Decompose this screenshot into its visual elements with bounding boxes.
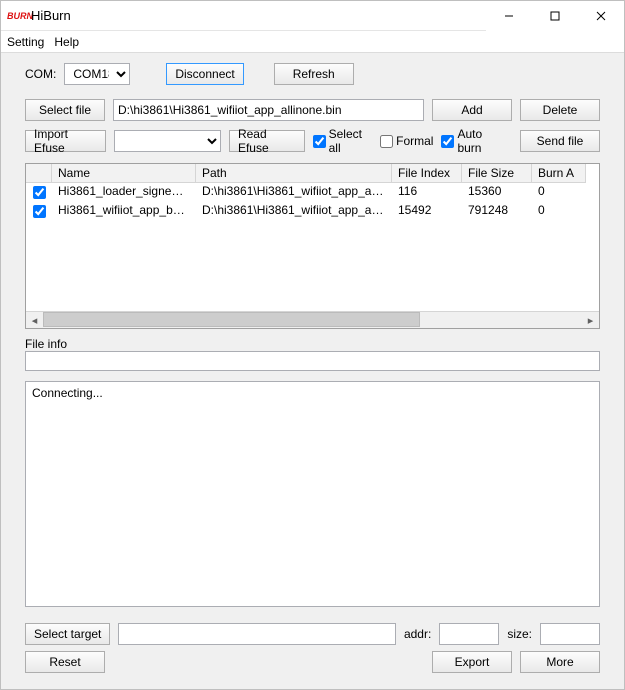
window-controls [486,1,624,31]
disconnect-button[interactable]: Disconnect [166,63,243,85]
reset-button[interactable]: Reset [25,651,105,673]
send-file-button[interactable]: Send file [520,130,600,152]
maximize-button[interactable] [532,1,578,31]
export-button[interactable]: Export [432,651,512,673]
col-file-index[interactable]: File Index [392,164,462,183]
auto-burn-label: Auto burn [457,127,504,155]
hiburn-window: BURN HiBurn Setting Help COM: COM18 Disc… [0,0,625,690]
menu-setting[interactable]: Setting [7,35,44,49]
target-input[interactable] [118,623,396,645]
cell-file-size: 15360 [462,183,532,202]
minimize-button[interactable] [486,1,532,31]
table-row[interactable]: Hi3861_wifiiot_app_burn...D:\hi3861\Hi38… [26,202,599,221]
log-text: Connecting... [32,386,103,400]
col-check[interactable] [26,164,52,183]
cell-file-index: 116 [392,183,462,202]
select-all-input[interactable] [313,135,326,148]
cell-file-size: 791248 [462,202,532,221]
col-name[interactable]: Name [52,164,196,183]
read-efuse-button[interactable]: Read Efuse [229,130,305,152]
file-info-box [25,351,600,371]
titlebar: BURN HiBurn [1,1,624,31]
formal-input[interactable] [380,135,393,148]
import-efuse-button[interactable]: Import Efuse [25,130,106,152]
add-button[interactable]: Add [432,99,512,121]
close-icon [596,11,606,21]
table-row[interactable]: Hi3861_loader_signed.binD:\hi3861\Hi3861… [26,183,599,202]
close-button[interactable] [578,1,624,31]
maximize-icon [550,11,560,21]
select-file-button[interactable]: Select file [25,99,105,121]
efuse-select[interactable] [114,130,221,152]
scroll-left-icon[interactable]: ◂ [26,312,43,329]
size-label: size: [507,627,532,641]
minimize-icon [504,11,514,21]
log-output[interactable]: Connecting... [25,381,600,607]
table-header: Name Path File Index File Size Burn A [26,164,599,183]
cell-name: Hi3861_loader_signed.bin [52,183,196,202]
scroll-right-icon[interactable]: ▸ [582,312,599,329]
col-path[interactable]: Path [196,164,392,183]
size-input[interactable] [540,623,600,645]
refresh-button[interactable]: Refresh [274,63,354,85]
col-burn-addr[interactable]: Burn A [532,164,586,183]
cell-name: Hi3861_wifiiot_app_burn... [52,202,196,221]
scroll-thumb[interactable] [43,312,420,327]
formal-label: Formal [396,134,433,148]
menubar: Setting Help [1,31,624,53]
com-port-select[interactable]: COM18 [64,63,130,85]
addr-input[interactable] [439,623,499,645]
cell-file-index: 15492 [392,202,462,221]
row-checkbox[interactable] [33,205,46,218]
delete-button[interactable]: Delete [520,99,600,121]
com-label: COM: [25,67,56,81]
formal-checkbox[interactable]: Formal [380,134,433,148]
horizontal-scrollbar[interactable]: ◂ ▸ [26,311,599,328]
auto-burn-input[interactable] [441,135,454,148]
auto-burn-checkbox[interactable]: Auto burn [441,127,504,155]
select-all-checkbox[interactable]: Select all [313,127,372,155]
select-target-button[interactable]: Select target [25,623,110,645]
cell-path: D:\hi3861\Hi3861_wifiiot_app_allinon... [196,183,392,202]
cell-burn-addr: 0 [532,202,586,221]
table-body: Hi3861_loader_signed.binD:\hi3861\Hi3861… [26,183,599,311]
cell-burn-addr: 0 [532,183,586,202]
addr-label: addr: [404,627,431,641]
cell-path: D:\hi3861\Hi3861_wifiiot_app_allinon... [196,202,392,221]
scroll-track[interactable] [43,312,582,329]
select-all-label: Select all [329,127,372,155]
menu-help[interactable]: Help [54,35,79,49]
app-icon: BURN [7,8,27,24]
file-table: Name Path File Index File Size Burn A Hi… [25,163,600,329]
file-path-input[interactable] [113,99,424,121]
file-info-label: File info [25,337,600,351]
row-checkbox[interactable] [33,186,46,199]
col-file-size[interactable]: File Size [462,164,532,183]
more-button[interactable]: More [520,651,600,673]
window-title: HiBurn [31,8,486,23]
client-area: COM: COM18 Disconnect Refresh Select fil… [1,53,624,689]
